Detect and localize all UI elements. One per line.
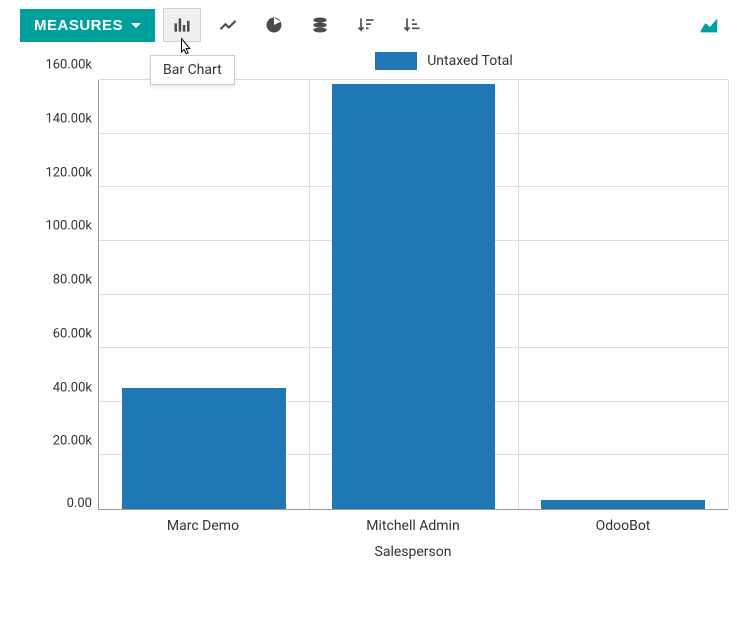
x-tick: Mitchell Admin	[308, 518, 518, 534]
bar-chart-icon	[172, 15, 192, 35]
stacked-button[interactable]	[301, 8, 339, 42]
y-tick: 40.00k	[53, 380, 92, 395]
x-axis: Marc Demo Mitchell Admin OdooBot	[98, 518, 728, 534]
y-tick: 140.00k	[45, 111, 92, 126]
y-tick: 80.00k	[53, 273, 92, 288]
v-gridline	[728, 80, 729, 509]
sort-asc-button[interactable]	[393, 8, 431, 42]
bar-slot	[99, 80, 309, 509]
measures-label: MEASURES	[34, 17, 123, 34]
measures-button[interactable]: MEASURES	[20, 9, 155, 42]
bars-container	[99, 80, 728, 509]
sort-asc-icon	[402, 15, 422, 35]
stacked-icon	[310, 15, 330, 35]
plot-container: 0.00 20.00k 40.00k 60.00k 80.00k 100.00k…	[20, 80, 728, 510]
y-tick: 120.00k	[45, 165, 92, 180]
y-tick: 0.00	[67, 496, 92, 511]
line-chart-button[interactable]	[209, 8, 247, 42]
y-tick: 60.00k	[53, 326, 92, 341]
y-axis: 0.00 20.00k 40.00k 60.00k 80.00k 100.00k…	[20, 80, 98, 510]
pie-chart-icon	[264, 15, 284, 35]
x-axis-label: Salesperson	[98, 544, 728, 560]
bar-marc-demo[interactable]	[122, 388, 286, 509]
toolbar: MEASURES Bar Chart	[0, 0, 748, 42]
pie-chart-button[interactable]	[255, 8, 293, 42]
bar-mitchell-admin[interactable]	[332, 84, 496, 509]
bar-chart-button[interactable]: Bar Chart	[163, 8, 201, 42]
graph-view-button[interactable]	[690, 8, 728, 42]
legend-swatch	[375, 52, 417, 70]
sort-desc-button[interactable]	[347, 8, 385, 42]
y-tick: 20.00k	[53, 434, 92, 449]
x-tick: OdooBot	[518, 518, 728, 534]
area-chart-icon	[697, 14, 721, 36]
bar-slot	[309, 80, 519, 509]
plot	[98, 80, 728, 510]
bar-odoobot[interactable]	[541, 500, 705, 509]
line-chart-icon	[218, 15, 238, 35]
y-tick: 160.00k	[45, 58, 92, 73]
chart-legend: Untaxed Total	[160, 52, 728, 70]
bar-slot	[518, 80, 728, 509]
bar-chart-tooltip: Bar Chart	[150, 55, 235, 85]
chart-area: Untaxed Total 0.00 20.00k 40.00k 60.00k …	[0, 42, 748, 570]
legend-label: Untaxed Total	[427, 53, 513, 69]
y-tick: 100.00k	[45, 219, 92, 234]
x-tick: Marc Demo	[98, 518, 308, 534]
caret-down-icon	[131, 23, 141, 28]
sort-desc-icon	[356, 15, 376, 35]
